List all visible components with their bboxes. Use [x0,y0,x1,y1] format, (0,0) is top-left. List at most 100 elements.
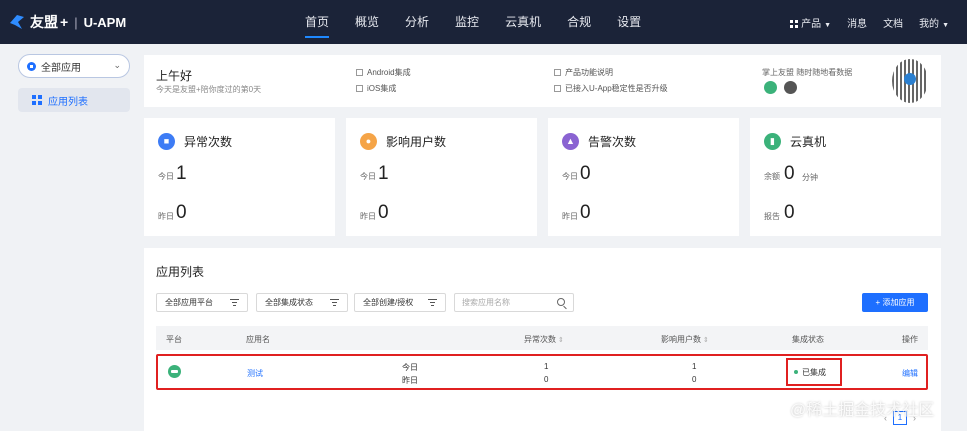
top-navigation-bar: 友盟 + | U-APM 首页 概览 分析 监控 云真机 合规 设置 产品 ▼ 消… [0,0,967,44]
brand-name: 友盟 [30,14,58,30]
col-crash-count[interactable]: 异常次数 ⇕ [524,334,564,345]
brand-separator: | [74,14,78,30]
products-menu[interactable]: 产品 ▼ [790,15,831,30]
search-icon [557,298,565,306]
filter-icon [428,299,437,306]
app-icon [27,61,36,71]
doc-icon [554,69,561,76]
crash-yesterday: 0 [544,375,549,384]
platform-filter[interactable]: 全部应用平台 [156,293,248,312]
col-affected-users[interactable]: 影响用户数 ⇕ [661,334,709,345]
main-nav: 首页 概览 分析 监控 云真机 合规 设置 [292,0,654,44]
qr-center-logo-icon [904,73,916,85]
stat-value: 0 [784,163,795,184]
greeting-title: 上午好 [156,69,193,83]
nav-settings[interactable]: 设置 [604,0,654,44]
stat-label: 今日 [360,172,376,181]
stat-card-alerts: ▲ 告警次数 今日 0 昨日 0 [548,118,739,236]
chevron-down-icon: ⌄ [113,60,121,70]
app-select-dropdown[interactable]: 全部应用 ⌄ [18,54,130,78]
stat-label: 今日 [562,172,578,181]
stat-unit: 分钟 [802,173,818,182]
stat-value: 1 [378,163,389,184]
doc-icon [356,69,363,76]
created-authorized-filter[interactable]: 全部创建/授权 [354,293,446,312]
stat-title: 影响用户数 [386,135,447,149]
stat-label: 昨日 [158,212,174,221]
table-header: 平台 应用名 异常次数 ⇕ 影响用户数 ⇕ 集成状态 操作 [156,326,928,350]
nav-monitor[interactable]: 监控 [442,0,492,44]
sidebar-item-app-list[interactable]: 应用列表 [18,88,130,112]
users-today: 1 [692,362,697,371]
integration-status-filter[interactable]: 全部集成状态 [256,293,348,312]
sort-icon: ⇕ [558,337,564,344]
status-badge: 已集成 [786,358,842,386]
nav-cloud-device[interactable]: 云真机 [492,0,554,44]
stat-label: 昨日 [562,212,578,221]
nav-overview[interactable]: 概览 [342,0,392,44]
filter-icon [330,299,339,306]
stat-value: 0 [378,202,389,223]
nav-right-group: 产品 ▼ 消息 文档 我的 ▼ [790,0,949,44]
upgrade-stability-link[interactable]: 已接入U-App稳定性是否升级 [554,83,668,94]
stat-card-cloud-device: ▮ 云真机 余额 0 分钟 报告 0 [750,118,941,236]
crash-today: 1 [544,362,549,371]
filter-icon [230,299,239,306]
app-list-title: 应用列表 [156,265,205,279]
caret-down-icon: ▼ [824,21,832,29]
col-platform: 平台 [166,335,182,344]
doc-icon [554,85,561,92]
app-name-link[interactable]: 测试 [247,368,263,379]
android-icon [168,365,181,378]
product-name: U-APM [83,14,127,30]
watermark: @稀土掘金技术社区 [790,402,935,419]
grid-icon [790,19,799,28]
stat-value: 0 [784,202,795,223]
caret-down-icon: ▼ [942,21,949,29]
bug-icon: ■ [158,133,175,150]
stat-value: 0 [176,202,187,223]
product-features-link[interactable]: 产品功能说明 [554,67,613,78]
messages-link[interactable]: 消息 [847,15,867,30]
col-app-name: 应用名 [246,335,270,344]
mine-menu[interactable]: 我的 ▼ [919,15,949,30]
phone-icon: ▮ [764,133,781,150]
stat-card-affected-users: ● 影响用户数 今日 1 昨日 0 [346,118,537,236]
nav-home[interactable]: 首页 [292,0,342,44]
period-today: 今日 [402,363,418,372]
umeng-logo-icon [10,15,24,29]
android-integration-link[interactable]: Android集成 [356,67,411,78]
sidebar: 全部应用 ⌄ 应用列表 [0,44,138,431]
stat-label: 今日 [158,172,174,181]
greeting-card: 上午好 今天是友盟+陪你度过的第0天 Android集成 iOS集成 产品功能说… [144,55,941,107]
brand-plus: + [60,14,69,30]
stat-title: 告警次数 [588,135,637,149]
edit-link[interactable]: 编辑 [902,368,918,379]
android-icon[interactable] [764,81,777,94]
docs-link[interactable]: 文档 [883,15,903,30]
stat-title: 异常次数 [184,135,233,149]
ios-integration-link[interactable]: iOS集成 [356,83,396,94]
alarm-icon: ▲ [562,133,579,150]
qr-caption: 掌上友盟 随时随地看数据 [762,68,853,77]
col-action: 操作 [902,335,918,344]
add-app-button[interactable]: + 添加应用 [862,293,928,312]
doc-icon [356,85,363,92]
status-dot-icon [794,370,798,374]
nav-analysis[interactable]: 分析 [392,0,442,44]
stat-label: 余额 [764,172,780,181]
stat-value: 0 [580,202,591,223]
period-yesterday: 昨日 [402,376,418,385]
brand-logo[interactable]: 友盟 + | U-APM [0,12,280,32]
stat-value: 1 [176,163,187,184]
stat-value: 0 [580,163,591,184]
nav-compliance[interactable]: 合规 [554,0,604,44]
greeting-subtitle: 今天是友盟+陪你度过的第0天 [156,85,262,94]
stat-label: 报告 [764,212,780,221]
sort-icon: ⇕ [703,337,709,344]
app-search-input[interactable]: 搜索应用名称 [454,293,574,312]
apple-icon[interactable] [784,81,797,94]
app-grid-icon [32,95,42,105]
users-yesterday: 0 [692,375,697,384]
stat-card-crashes: ■ 异常次数 今日 1 昨日 0 [144,118,335,236]
